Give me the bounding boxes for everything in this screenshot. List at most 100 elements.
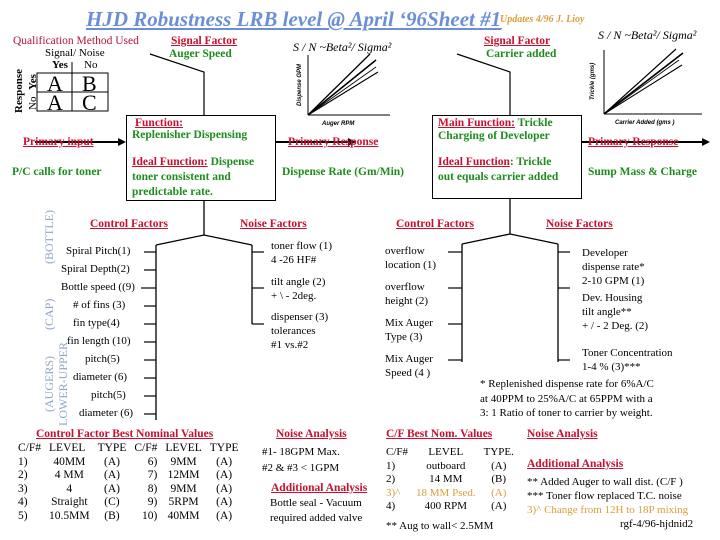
table-cell: 1): [18, 455, 28, 468]
left-signal-leader: [149, 53, 205, 118]
right-function-box: Main Function: Trickle Charging of Devel…: [432, 115, 582, 199]
left-sn-chart: [307, 53, 390, 116]
qualification-heading: Qualification Method Used: [13, 35, 139, 47]
table-cell: 4 MM: [54, 469, 84, 481]
right-control-factor: Mix Auger Type (3): [385, 316, 433, 344]
left-signal-factor-heading: Signal Factor: [171, 35, 238, 47]
right-noise-factor-line: Toner Concentration: [582, 347, 673, 359]
table-cell: (B): [104, 509, 120, 522]
right-signal-factor-heading: Signal Factor: [484, 35, 551, 47]
additional-analysis-right-heading: Additional Analysis: [527, 458, 624, 470]
table-cell: 2): [18, 469, 28, 481]
table-row: 1) 40MM (A) 6) 9MM (A): [14, 456, 243, 470]
right-noise-factor-line: tilt angle**: [582, 306, 632, 318]
right-main-function-value-2: Charging of Developer: [438, 130, 550, 142]
table-cell: (A): [216, 469, 233, 481]
additional-analysis-left-line: Bottle seal - Vacuum: [270, 497, 362, 509]
table-cell: 8): [147, 482, 158, 495]
signal-noise-label: Signal/ Noise: [45, 47, 105, 59]
column-header: C/F#: [134, 442, 158, 454]
left-chart-y-axis-label: Dispense GPM: [297, 63, 303, 106]
table-row: 3) 4 (A) 8) 9MM (A): [14, 483, 243, 497]
table-cell: (A): [216, 509, 233, 522]
left-function-box: Function: Replenisher Dispensing Ideal F…: [126, 115, 276, 201]
best-nominal-left-table: C/F# LEVEL TYPE C/F# LEVEL TYPE 1) 40MM …: [14, 442, 243, 523]
group-label-bottle: (BOTTLE): [42, 210, 56, 264]
left-control-factor: # of fins (3): [73, 299, 126, 311]
left-control-factor: Spiral Depth(2): [61, 263, 130, 275]
right-ideal-function-heading: Ideal Function: [438, 156, 510, 168]
right-primary-response-value: Sump Mass & Charge: [588, 166, 697, 178]
left-ideal-function-value-2: toner consistent and: [132, 171, 231, 183]
left-chart-line-1: [307, 53, 371, 116]
table-cell: Straight: [51, 496, 88, 508]
best-nominal-right-note: ** Aug to wall< 2.5MM: [386, 520, 494, 532]
left-signal-factor-value: Auger Speed: [169, 48, 232, 60]
column-header: TYPE: [97, 442, 127, 454]
right-sn-formula: S / N ~Beta²/ Sigma²: [598, 28, 697, 42]
left-control-factor: Bottle speed ((9): [61, 281, 135, 293]
right-ideal-function-value-1: : Trickle: [509, 156, 552, 168]
right-ideal-function-value-2: out equals carrier added: [438, 171, 559, 183]
group-label-cap: (CAP): [42, 298, 56, 330]
left-noise-ticks: [252, 251, 264, 325]
right-ideal-function: Ideal Function: Trickle: [438, 156, 551, 168]
table-cell: (A): [103, 455, 120, 468]
qm-row-no: No: [27, 96, 39, 110]
primary-input-value: P/C calls for toner: [12, 166, 102, 178]
qm-col-yes: Yes: [52, 59, 68, 71]
column-header: TYPE: [209, 442, 239, 454]
table-row: 4) Straight (C) 9) 5RPM (A): [14, 496, 243, 510]
table-cell: (B): [491, 473, 507, 485]
footnote-line: 3: 1 Ratio of toner to carrier by weight…: [480, 407, 653, 419]
footnote-line: * Replenished dispense rate for 6%A/C: [480, 378, 654, 390]
table-cell: 3): [18, 482, 28, 495]
table-cell: 7): [147, 469, 158, 481]
left-control-factor: Spiral Pitch(1): [66, 245, 131, 257]
right-noise-factor-line: dispense rate*: [582, 261, 645, 273]
table-cell: 40MM: [53, 455, 86, 468]
signature: rgf-4/96-hjdnid2: [620, 518, 694, 530]
right-control-factor-line: overflow: [385, 281, 425, 293]
right-control-factor-line: Mix Auger: [385, 317, 433, 329]
table-cell: 1): [386, 459, 396, 472]
right-primary-response-heading: Primary Response: [588, 136, 679, 148]
table-cell: 10): [142, 509, 158, 522]
table-cell: (A): [103, 469, 120, 481]
left-chart-line-3: [307, 71, 379, 116]
right-chart-line-4: [603, 59, 680, 115]
left-noise-factor: dispenser (3) tolerances #1 vs.#2: [271, 310, 328, 352]
left-noise-factor-line: toner flow (1): [271, 240, 333, 252]
noise-analysis-left-line: #2 & #3 < 1GPM: [262, 462, 340, 474]
table-cell: outboard: [426, 459, 466, 472]
left-chart-line-2: [307, 59, 377, 116]
right-control-factor-line: overflow: [385, 245, 425, 257]
right-main-function: Main Function: Trickle: [438, 117, 553, 129]
group-label-augers: (AUGERS): [42, 356, 56, 412]
additional-analysis-left-line: required added valve: [270, 512, 363, 524]
left-primary-response-value: Dispense Rate (Gm/Min): [282, 166, 405, 178]
update-note: Updates 4/96 J. Lioy: [500, 14, 585, 25]
table-cell: 9MM: [170, 455, 197, 468]
right-chart-line-3: [603, 64, 683, 115]
column-header: C/F#: [386, 446, 409, 458]
left-noise-factor-line: #1 vs.#2: [271, 339, 309, 351]
table-cell: (A): [216, 496, 233, 508]
best-nominal-left-heading: Control Factor Best Nominal Values: [36, 428, 214, 440]
left-noise-factor-line: dispenser (3): [271, 311, 329, 323]
table-cell: 2): [386, 473, 396, 485]
right-noise-factor-line: + / - 2 Deg. (2): [582, 320, 649, 332]
left-sn-formula: S / N ~Beta²/ Sigma²: [293, 40, 392, 54]
right-control-factors-heading: Control Factors: [396, 218, 475, 230]
left-primary-response-heading: Primary Response: [288, 136, 379, 148]
left-noise-factors-heading: Noise Factors: [240, 218, 307, 230]
table-row: 2) 14 MM (B): [382, 473, 518, 487]
right-control-factor: overflow height (2): [385, 280, 428, 308]
left-control-factor: diameter (6): [79, 407, 134, 419]
table-cell: 6): [147, 455, 158, 468]
right-noise-factor: Toner Concentration 1-4 % (3)***: [582, 346, 673, 374]
table-cell: (A): [216, 482, 233, 495]
left-control-factor: diameter (6): [73, 371, 128, 383]
table-cell: (A): [491, 500, 507, 512]
left-noise-factor: tilt angle (2) + \ - 2deg.: [271, 275, 325, 303]
